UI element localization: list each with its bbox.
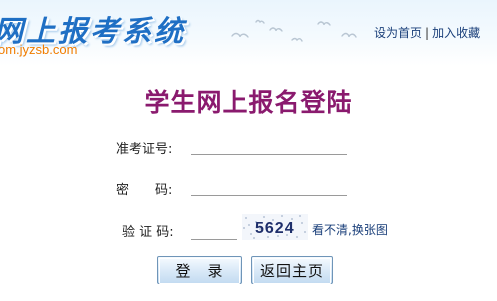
captcha-image[interactable]: 5624 <box>242 214 308 240</box>
back-home-button-label: 返回主页 <box>253 258 331 284</box>
password-input[interactable] <box>191 177 347 196</box>
exam-number-input[interactable] <box>191 136 347 155</box>
site-url: om.jyzsb.com <box>0 42 78 57</box>
login-button[interactable]: 登 录 <box>157 256 242 284</box>
header-banner: 网上报考系统 om.jyzsb.com 设为首页 | 加入收藏 <box>0 0 497 66</box>
link-separator: | <box>425 26 430 40</box>
add-favorite-link[interactable]: 加入收藏 <box>432 26 480 40</box>
set-home-link[interactable]: 设为首页 <box>374 26 422 40</box>
captcha-code-text: 5624 <box>255 220 295 237</box>
password-label: 密 码: <box>116 183 173 198</box>
back-home-button[interactable]: 返回主页 <box>251 256 333 284</box>
captcha-input[interactable] <box>191 221 237 240</box>
exam-number-label: 准考证号: <box>116 142 173 157</box>
login-button-label: 登 录 <box>159 258 240 284</box>
captcha-label: 验 证 码: <box>122 225 174 240</box>
top-links: 设为首页 | 加入收藏 <box>374 24 480 41</box>
page-title: 学生网上报名登陆 <box>144 88 353 117</box>
refresh-captcha-link[interactable]: 看不清,换张图 <box>312 221 388 238</box>
login-page: 网上报考系统 om.jyzsb.com 设为首页 | 加入收藏 学生网上报名登陆 准… <box>0 0 497 301</box>
